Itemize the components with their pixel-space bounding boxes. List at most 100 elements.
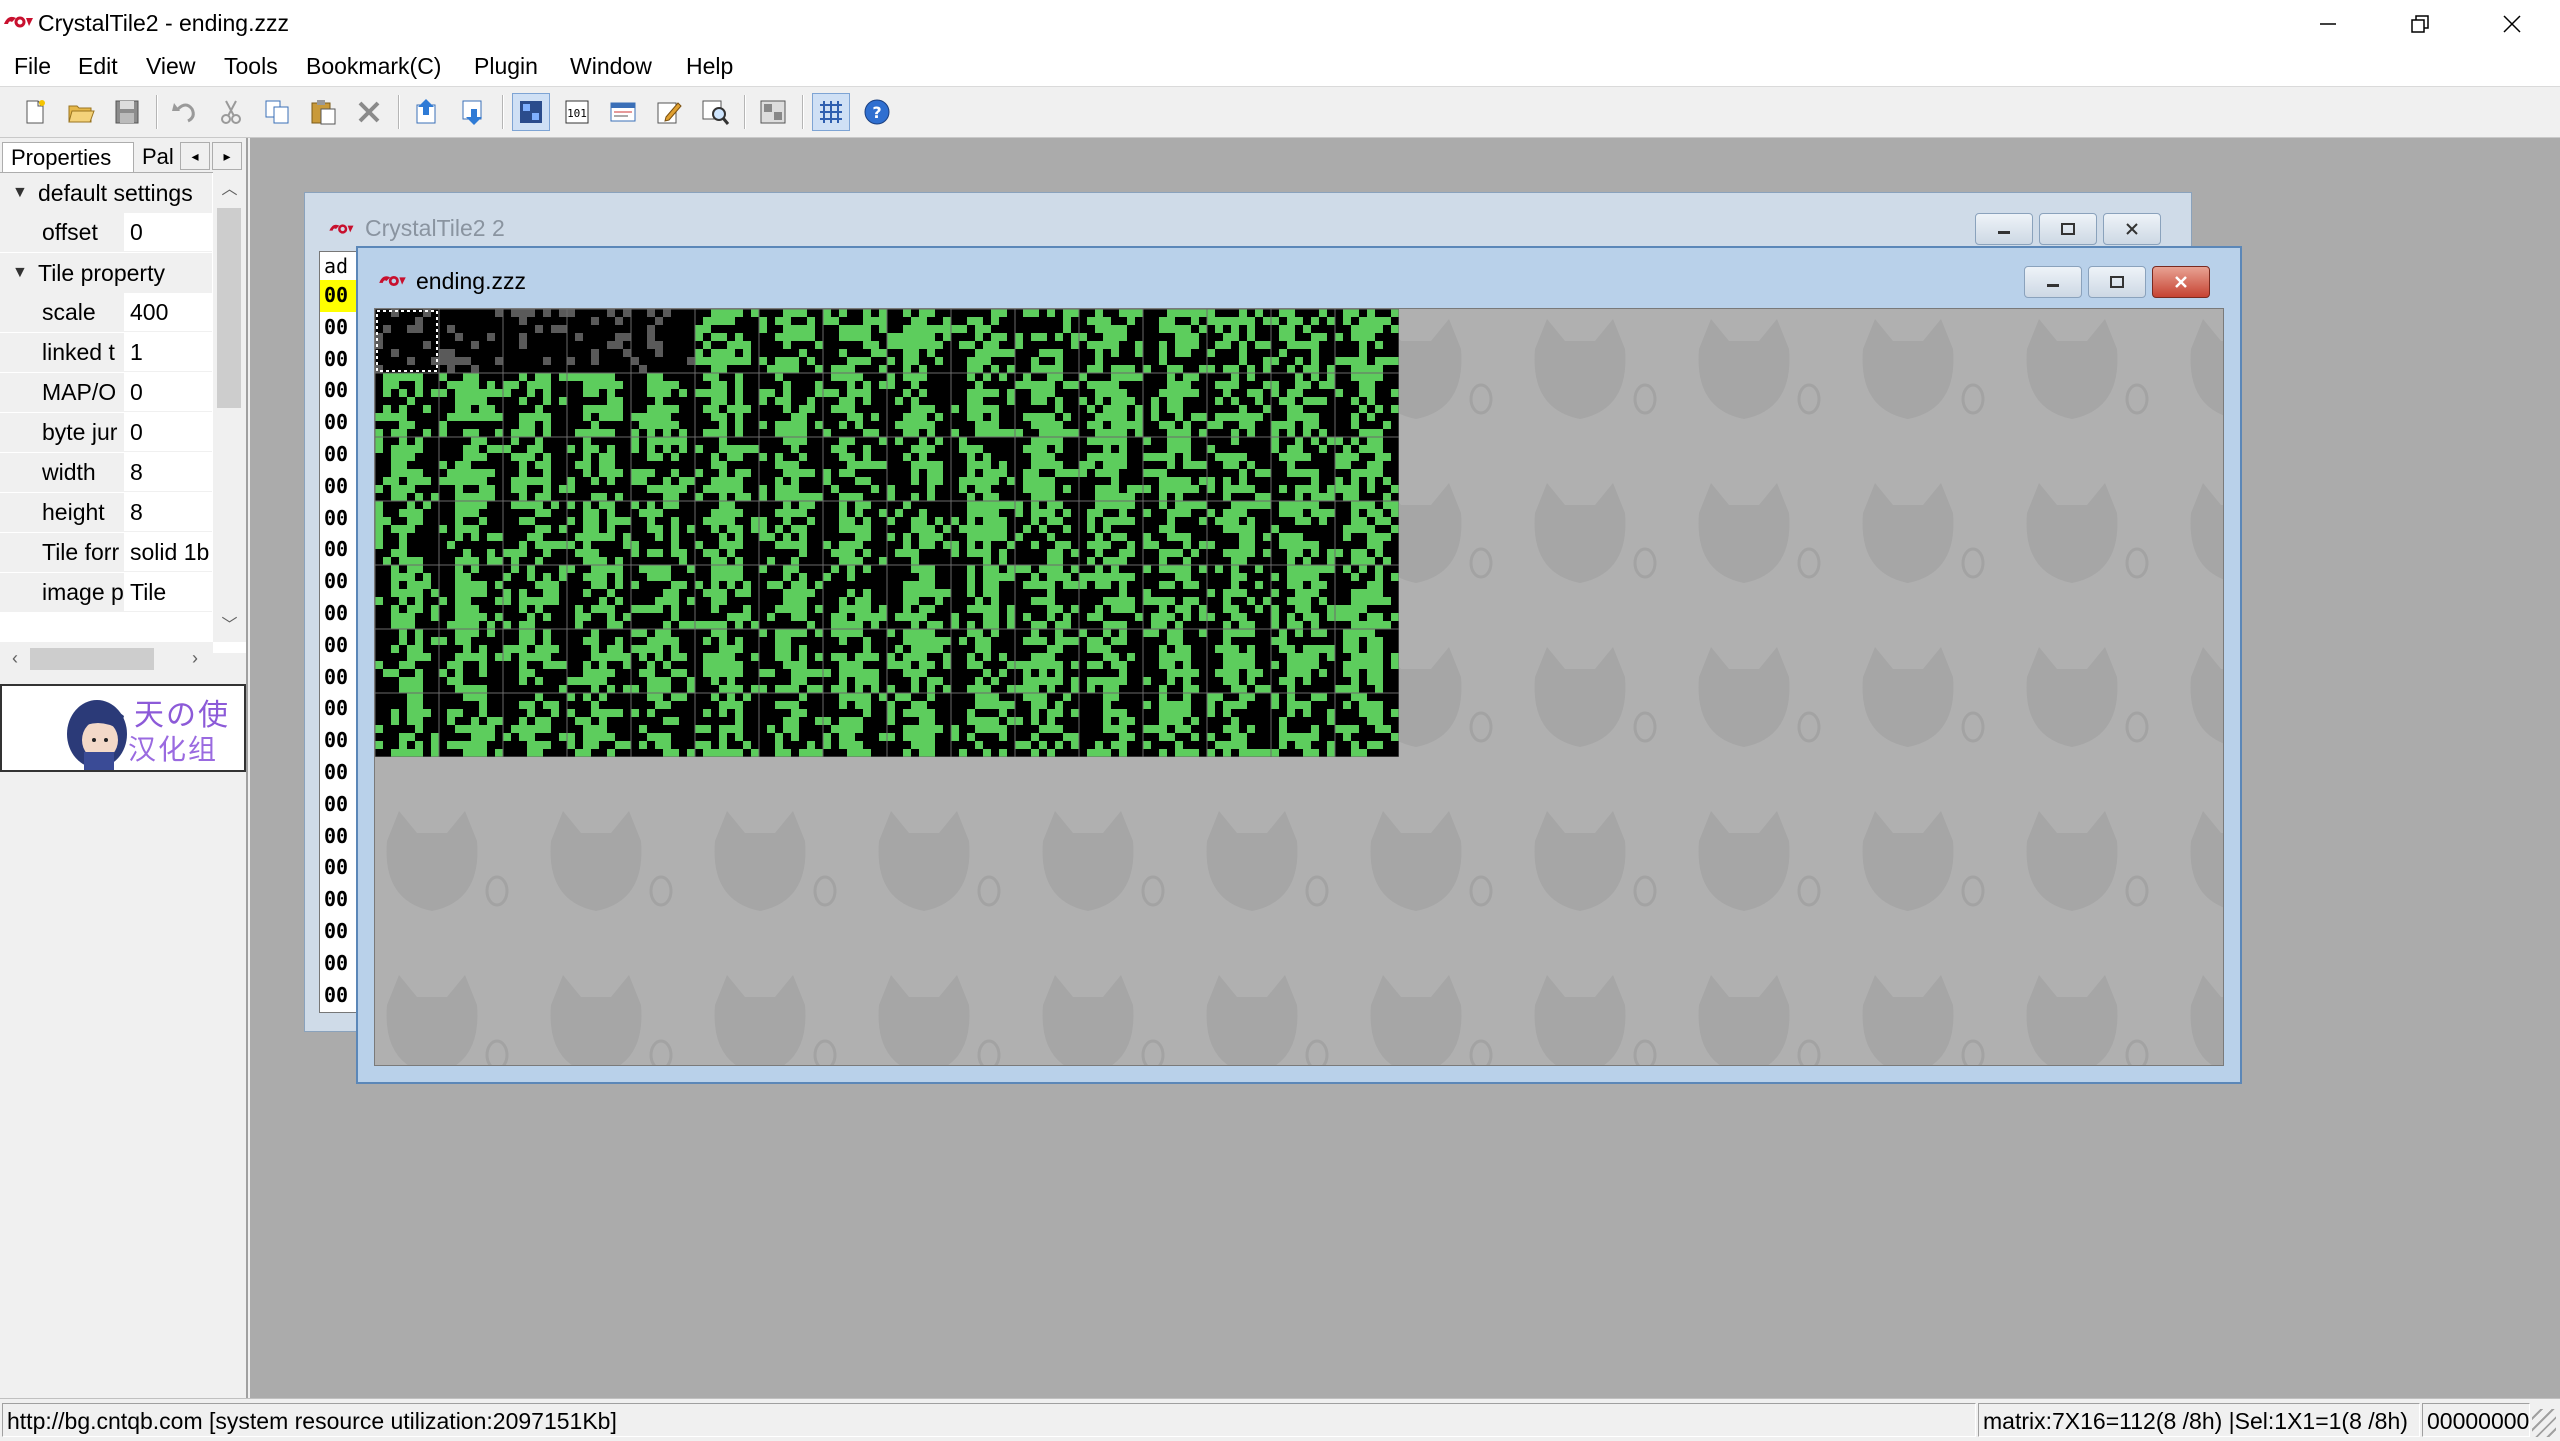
property-row-tile-format[interactable]: Tile forr solid 1b — [0, 533, 212, 573]
property-value-scale[interactable]: 400 — [124, 293, 212, 332]
tile[interactable] — [1015, 565, 1079, 629]
tile[interactable] — [1271, 565, 1335, 629]
tile[interactable] — [759, 373, 823, 437]
tile[interactable] — [631, 309, 695, 373]
tile[interactable] — [1079, 629, 1143, 693]
tile[interactable] — [1271, 693, 1335, 757]
back-close-button[interactable] — [2103, 213, 2161, 245]
tile[interactable] — [695, 373, 759, 437]
tile[interactable] — [631, 373, 695, 437]
tile[interactable] — [567, 373, 631, 437]
tile[interactable] — [1079, 309, 1143, 373]
tile[interactable] — [695, 501, 759, 565]
tile[interactable] — [439, 373, 503, 437]
tile[interactable] — [375, 629, 439, 693]
tile[interactable] — [1207, 565, 1271, 629]
menu-edit[interactable]: Edit — [76, 48, 120, 86]
tile[interactable] — [951, 693, 1015, 757]
tile[interactable] — [567, 309, 631, 373]
tile[interactable] — [503, 373, 567, 437]
save-button[interactable] — [108, 93, 146, 131]
tile[interactable] — [695, 693, 759, 757]
property-row-width[interactable]: width 8 — [0, 453, 212, 493]
tab-palette[interactable]: Pal — [140, 142, 178, 172]
tile[interactable] — [1271, 309, 1335, 373]
tile[interactable] — [631, 437, 695, 501]
tile[interactable] — [503, 309, 567, 373]
front-close-button[interactable] — [2152, 266, 2210, 298]
tile[interactable] — [1335, 693, 1399, 757]
tile[interactable] — [823, 565, 887, 629]
tile[interactable] — [823, 693, 887, 757]
export-button[interactable] — [454, 93, 492, 131]
tile[interactable] — [1207, 437, 1271, 501]
tile[interactable] — [567, 437, 631, 501]
grid-button[interactable] — [812, 93, 850, 131]
property-row-offset[interactable]: offset 0 — [0, 213, 212, 253]
tile[interactable] — [695, 437, 759, 501]
tile[interactable] — [503, 437, 567, 501]
tile[interactable] — [695, 309, 759, 373]
menu-plugin[interactable]: Plugin — [472, 48, 540, 86]
tile[interactable] — [1207, 373, 1271, 437]
search-button[interactable] — [696, 93, 734, 131]
tile[interactable] — [887, 501, 951, 565]
chevron-right-icon[interactable]: › — [180, 642, 210, 674]
menu-tools[interactable]: Tools — [222, 48, 280, 86]
tile[interactable] — [1335, 437, 1399, 501]
tile[interactable] — [887, 309, 951, 373]
property-value-image-pattern[interactable]: Tile — [124, 573, 212, 612]
restore-button[interactable] — [2374, 0, 2466, 48]
tile[interactable] — [1015, 629, 1079, 693]
tile[interactable] — [1335, 565, 1399, 629]
tile[interactable] — [631, 693, 695, 757]
tile[interactable] — [1143, 501, 1207, 565]
back-minimize-button[interactable] — [1975, 213, 2033, 245]
tile[interactable] — [439, 437, 503, 501]
property-value-linked[interactable]: 1 — [124, 333, 212, 372]
tile[interactable] — [439, 309, 503, 373]
tile[interactable] — [1335, 373, 1399, 437]
tile[interactable] — [1143, 565, 1207, 629]
property-value-map-offset[interactable]: 0 — [124, 373, 212, 412]
tile[interactable] — [951, 309, 1015, 373]
tile[interactable] — [695, 629, 759, 693]
tile[interactable] — [375, 693, 439, 757]
tile[interactable] — [567, 629, 631, 693]
tile[interactable] — [1015, 373, 1079, 437]
paste-button[interactable] — [304, 93, 342, 131]
chevron-down-icon[interactable]: ﹀ — [213, 608, 246, 638]
tile[interactable] — [439, 629, 503, 693]
tile[interactable] — [1207, 309, 1271, 373]
property-value-height[interactable]: 8 — [124, 493, 212, 532]
tile[interactable] — [1079, 373, 1143, 437]
tile[interactable] — [375, 437, 439, 501]
tile[interactable] — [375, 501, 439, 565]
minimize-button[interactable] — [2282, 0, 2374, 48]
hex-view-button[interactable]: 101 — [558, 93, 596, 131]
tile[interactable] — [695, 565, 759, 629]
text-view-button[interactable] — [604, 93, 642, 131]
tile[interactable] — [567, 501, 631, 565]
tile[interactable] — [823, 309, 887, 373]
tile[interactable] — [503, 693, 567, 757]
close-button[interactable] — [2466, 0, 2558, 48]
tile[interactable] — [1207, 501, 1271, 565]
tile[interactable] — [1335, 501, 1399, 565]
tile[interactable] — [567, 565, 631, 629]
back-maximize-button[interactable] — [2039, 213, 2097, 245]
tile[interactable] — [887, 437, 951, 501]
property-value-width[interactable]: 8 — [124, 453, 212, 492]
tile[interactable] — [1015, 437, 1079, 501]
tile[interactable] — [503, 501, 567, 565]
tile[interactable] — [759, 501, 823, 565]
tile[interactable] — [951, 501, 1015, 565]
tile[interactable] — [375, 565, 439, 629]
menu-file[interactable]: File — [12, 48, 53, 86]
help-button[interactable]: ? — [858, 93, 896, 131]
tile[interactable] — [1271, 373, 1335, 437]
cut-button[interactable] — [212, 93, 250, 131]
tile[interactable] — [439, 501, 503, 565]
tile[interactable] — [759, 309, 823, 373]
property-value-tile-format[interactable]: solid 1b — [124, 533, 212, 572]
